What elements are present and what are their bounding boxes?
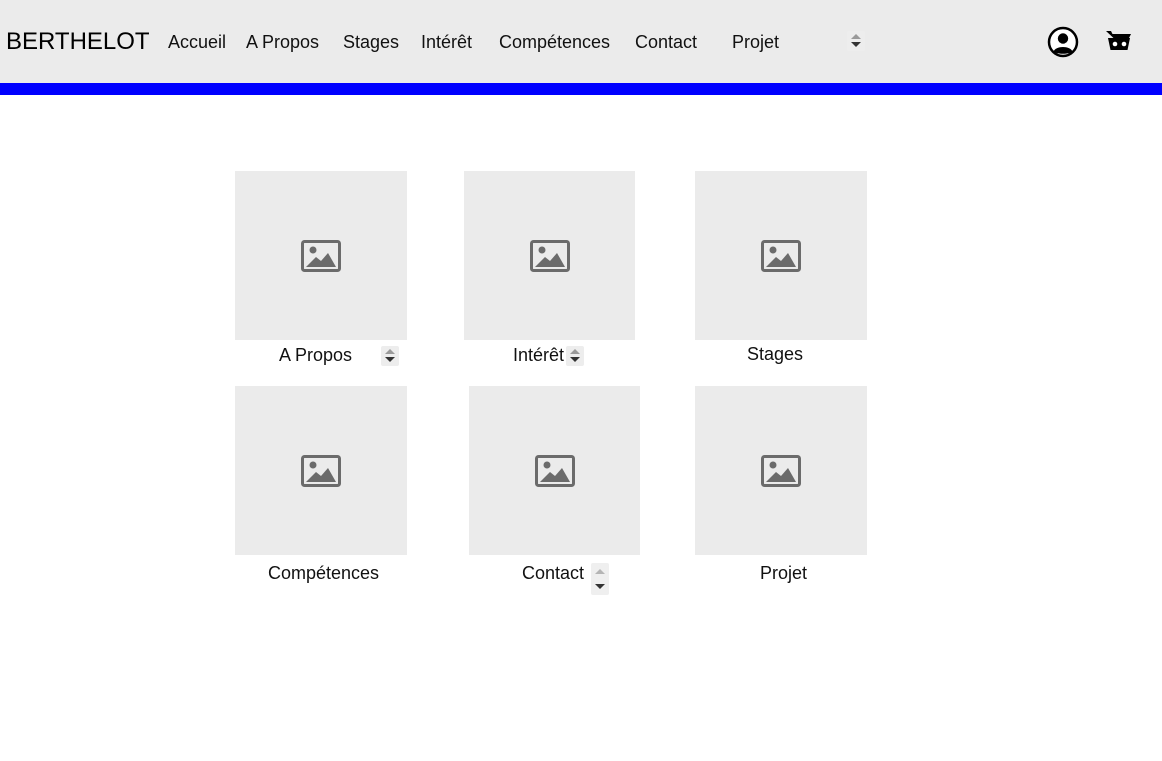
- nav-link-projet[interactable]: Projet: [732, 31, 779, 53]
- stepper-up-icon[interactable]: [385, 349, 395, 354]
- image-placeholder-icon: [529, 239, 570, 272]
- cart-button[interactable]: [1105, 29, 1133, 53]
- tile-a-propos-stepper[interactable]: [381, 346, 399, 366]
- header-accent-bar: [0, 83, 1162, 95]
- tile-contact-stepper[interactable]: [591, 563, 609, 595]
- nav-stepper[interactable]: [847, 31, 865, 51]
- tile-stages[interactable]: [695, 171, 867, 340]
- nav-link-contact[interactable]: Contact: [635, 31, 697, 53]
- site-brand[interactable]: BERTHELOT: [6, 28, 150, 56]
- tile-label-a-propos: A Propos: [279, 345, 353, 365]
- image-placeholder-icon: [534, 454, 575, 487]
- stepper-up-icon[interactable]: [570, 349, 580, 354]
- tile-label-stages: Stages: [747, 344, 804, 364]
- stepper-down-icon[interactable]: [570, 357, 580, 362]
- user-circle-icon: [1047, 26, 1079, 58]
- nav-link-accueil[interactable]: Accueil: [168, 31, 226, 53]
- tile-label-projet: Projet: [760, 563, 808, 583]
- image-placeholder-icon: [301, 239, 341, 272]
- site-header: BERTHELOT Accueil A Propos Stages Intérê…: [0, 0, 1162, 83]
- tile-interet[interactable]: [464, 171, 635, 340]
- nav-link-stages[interactable]: Stages: [343, 31, 399, 53]
- tile-label-interet: Intérêt: [513, 345, 565, 365]
- tile-interet-stepper[interactable]: [566, 346, 584, 366]
- nav-link-competences[interactable]: Compétences: [499, 31, 610, 53]
- stepper-down-icon[interactable]: [595, 584, 605, 589]
- image-placeholder-icon: [761, 239, 801, 272]
- tile-projet[interactable]: [695, 386, 867, 555]
- cart-icon: [1106, 31, 1131, 50]
- stepper-down-icon[interactable]: [851, 42, 861, 47]
- nav-link-interet[interactable]: Intérêt: [421, 31, 472, 53]
- tile-label-contact: Contact: [522, 563, 585, 583]
- image-placeholder-icon: [761, 454, 801, 487]
- tile-contact[interactable]: [469, 386, 640, 555]
- account-button[interactable]: [1047, 26, 1079, 58]
- tile-competences[interactable]: [235, 386, 407, 555]
- stepper-down-icon[interactable]: [385, 357, 395, 362]
- image-placeholder-icon: [301, 454, 341, 487]
- stepper-up-icon[interactable]: [595, 569, 605, 574]
- tile-a-propos[interactable]: [235, 171, 407, 340]
- tile-label-competences: Compétences: [268, 563, 380, 583]
- stepper-up-icon[interactable]: [851, 34, 861, 39]
- nav-link-a-propos[interactable]: A Propos: [246, 31, 319, 53]
